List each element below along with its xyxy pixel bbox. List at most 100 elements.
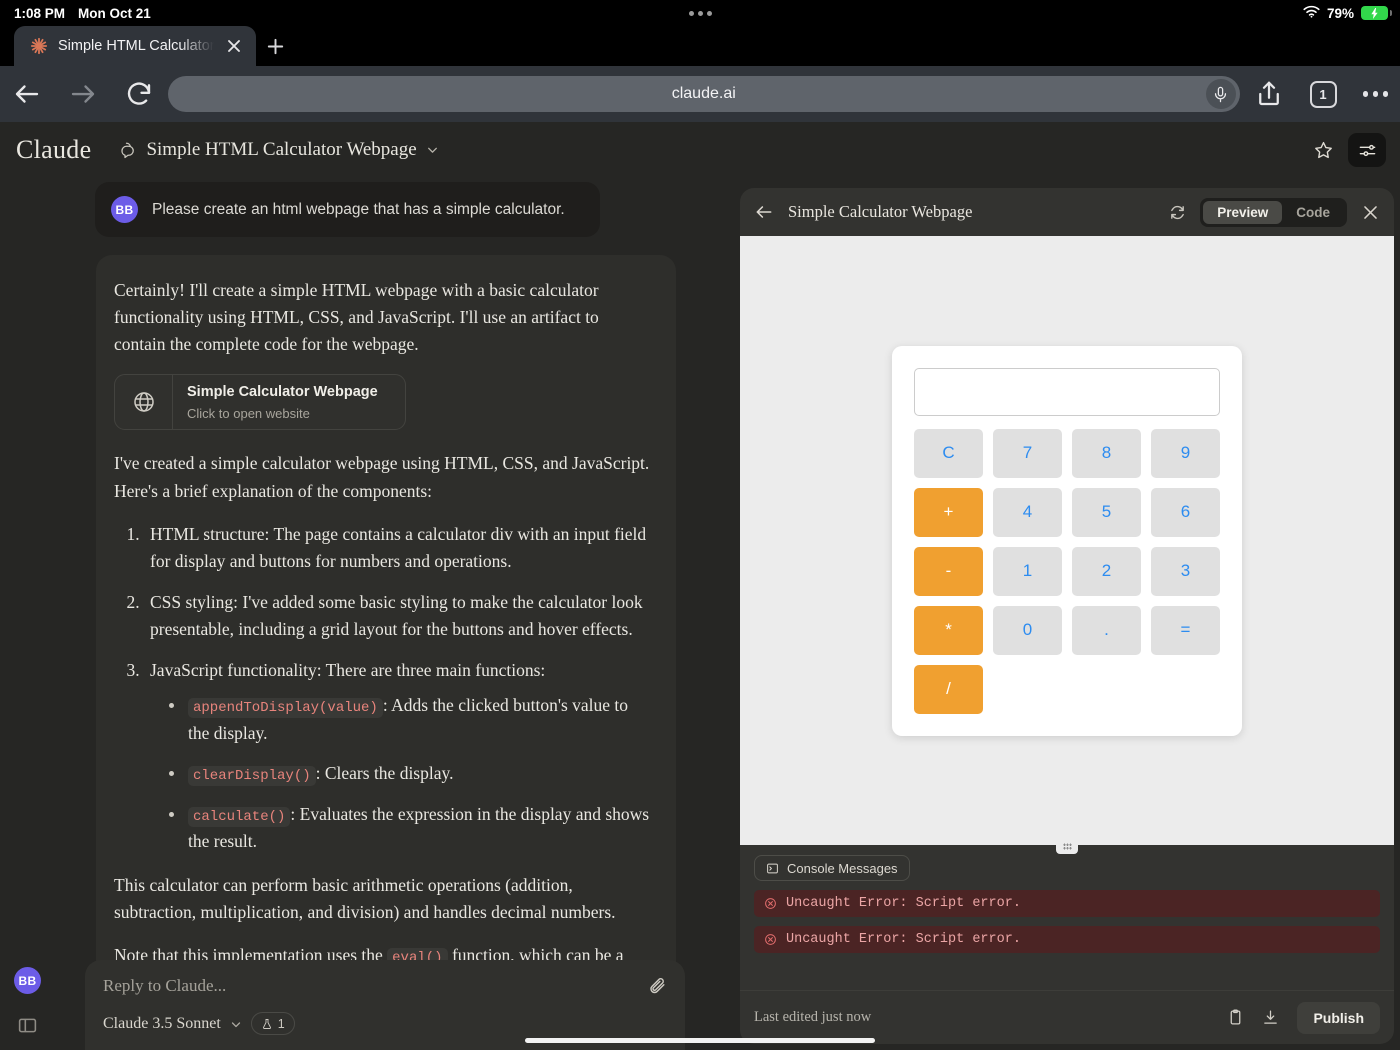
browser-tab-title: Simple HTML Calculator — [58, 38, 214, 54]
assistant-lead-in: I've created a simple calculator webpage… — [114, 450, 652, 504]
artifact-card-title: Simple Calculator Webpage — [187, 381, 378, 403]
calculator-key[interactable]: C — [914, 429, 983, 478]
calculator-key[interactable]: 6 — [1151, 488, 1220, 537]
sidebar-panel-icon[interactable] — [17, 1015, 38, 1036]
paperclip-icon[interactable] — [648, 976, 667, 995]
model-selector[interactable]: Claude 3.5 Sonnet — [103, 1015, 221, 1033]
console-error-row: Uncaught Error: Script error. — [754, 890, 1380, 917]
tab-preview[interactable]: Preview — [1203, 201, 1282, 224]
calculator-key[interactable]: * — [914, 606, 983, 655]
calculator-key[interactable]: . — [1072, 606, 1141, 655]
refresh-icon[interactable] — [1169, 204, 1186, 221]
calculator-key[interactable]: / — [914, 665, 983, 714]
calculator-key[interactable]: 7 — [993, 429, 1062, 478]
chat-bubble-icon — [119, 141, 137, 159]
browser-tab-strip: Simple HTML Calculator — [0, 26, 1400, 66]
calculator-key-empty — [1151, 665, 1220, 714]
ios-status-bar: 1:08 PM Mon Oct 21 79% — [0, 0, 1400, 26]
list-item-text: JavaScript functionality: There are thre… — [150, 660, 545, 680]
calculator-display[interactable] — [914, 368, 1220, 416]
list-item-text: HTML structure: The page contains a calc… — [150, 524, 646, 571]
tab-count-button[interactable]: 1 — [1310, 81, 1337, 108]
calculator-key-empty — [1072, 665, 1141, 714]
back-arrow-icon[interactable] — [754, 202, 774, 222]
multitask-handle-icon[interactable] — [689, 11, 712, 16]
share-icon[interactable] — [1254, 79, 1284, 109]
inline-code: calculate() — [188, 807, 290, 827]
list-item-text: : Clears the display. — [316, 763, 454, 783]
calculator-key[interactable]: 9 — [1151, 429, 1220, 478]
avatar[interactable]: BB — [14, 967, 41, 994]
calculator-key[interactable]: 5 — [1072, 488, 1141, 537]
calculator-key[interactable]: - — [914, 547, 983, 596]
artifact-footer: Last edited just now Publish — [740, 990, 1394, 1044]
console-messages-toggle[interactable]: Console Messages — [754, 855, 910, 881]
function-list: appendToDisplay(value): Adds the clicked… — [166, 692, 652, 855]
list-item: appendToDisplay(value): Adds the clicked… — [166, 692, 652, 747]
user-message-text: Please create an html webpage that has a… — [152, 201, 565, 219]
console-toggle-label: Console Messages — [787, 861, 898, 876]
calculator-key[interactable]: 8 — [1072, 429, 1141, 478]
chat-thread: BB Please create an html webpage that ha… — [0, 178, 740, 1050]
calculator-key[interactable]: 2 — [1072, 547, 1141, 596]
list-item: JavaScript functionality: There are thre… — [144, 657, 652, 855]
calculator-key[interactable]: + — [914, 488, 983, 537]
clipboard-icon[interactable] — [1227, 1009, 1244, 1026]
microphone-icon[interactable] — [1206, 79, 1236, 109]
close-icon[interactable] — [224, 36, 244, 56]
tab-count-value: 1 — [1319, 87, 1326, 102]
last-edited-status: Last edited just now — [754, 1009, 871, 1026]
console-icon — [766, 862, 779, 875]
chevron-down-icon[interactable] — [230, 1018, 242, 1030]
star-icon[interactable] — [1306, 133, 1340, 167]
browser-tab[interactable]: Simple HTML Calculator — [14, 26, 256, 66]
artifact-title: Simple Calculator Webpage — [788, 202, 972, 222]
preview-code-toggle[interactable]: Preview Code — [1200, 198, 1347, 227]
assistant-message: Certainly! I'll create a simple HTML web… — [96, 255, 676, 1023]
calculator-key[interactable]: 4 — [993, 488, 1062, 537]
calculator-key-empty — [993, 665, 1062, 714]
back-arrow-icon[interactable] — [12, 79, 42, 109]
flask-icon — [261, 1018, 273, 1030]
user-message: BB Please create an html webpage that ha… — [95, 182, 600, 237]
artifact-panel: Simple Calculator Webpage Preview Code — [740, 188, 1394, 1044]
battery-charging-icon — [1361, 6, 1388, 20]
calculator-key[interactable]: 1 — [993, 547, 1062, 596]
plus-icon[interactable] — [264, 35, 287, 58]
flask-count: 1 — [278, 1017, 285, 1031]
breadcrumb[interactable]: Simple HTML Calculator Webpage — [119, 139, 438, 161]
error-circle-icon — [764, 897, 777, 910]
drag-grip-icon[interactable] — [1056, 839, 1078, 854]
console-error-text: Uncaught Error: Script error. — [786, 932, 1021, 947]
explanation-list: HTML structure: The page contains a calc… — [144, 521, 652, 856]
console-error-row: Uncaught Error: Script error. — [754, 926, 1380, 953]
publish-button[interactable]: Publish — [1297, 1002, 1380, 1034]
calculator-key[interactable]: = — [1151, 606, 1220, 655]
close-icon[interactable] — [1361, 203, 1380, 222]
forward-arrow-icon[interactable] — [68, 79, 98, 109]
tab-code[interactable]: Code — [1282, 201, 1344, 224]
calculator-key[interactable]: 0 — [993, 606, 1062, 655]
status-badge[interactable]: 1 — [251, 1012, 295, 1035]
list-item: CSS styling: I've added some basic styli… — [144, 589, 652, 643]
artifact-card[interactable]: Simple Calculator Webpage Click to open … — [114, 374, 406, 430]
list-item: calculate(): Evaluates the expression in… — [166, 801, 652, 856]
message-composer[interactable]: Reply to Claude... Claude 3.5 Sonnet 1 — [85, 960, 685, 1050]
console-error-text: Uncaught Error: Script error. — [786, 896, 1021, 911]
sliders-icon[interactable] — [1348, 133, 1386, 167]
claude-logo: Claude — [14, 135, 91, 165]
console-section: Console Messages Uncaught Error: Script … — [740, 845, 1394, 990]
reply-input[interactable]: Reply to Claude... — [103, 976, 226, 996]
assistant-intro: Certainly! I'll create a simple HTML web… — [114, 277, 652, 358]
more-dots-icon[interactable] — [1363, 91, 1389, 97]
reload-icon[interactable] — [124, 79, 154, 109]
battery-percent: 79% — [1327, 6, 1354, 21]
chevron-down-icon[interactable] — [426, 144, 439, 157]
calculator-key[interactable]: 3 — [1151, 547, 1220, 596]
claude-app: Claude Simple HTML Calculator Webpage — [0, 122, 1400, 1050]
address-bar[interactable]: claude.ai — [168, 76, 1240, 112]
download-icon[interactable] — [1262, 1009, 1279, 1026]
browser-toolbar: claude.ai 1 — [0, 66, 1400, 122]
avatar: BB — [111, 196, 138, 223]
wifi-icon — [1303, 5, 1320, 21]
